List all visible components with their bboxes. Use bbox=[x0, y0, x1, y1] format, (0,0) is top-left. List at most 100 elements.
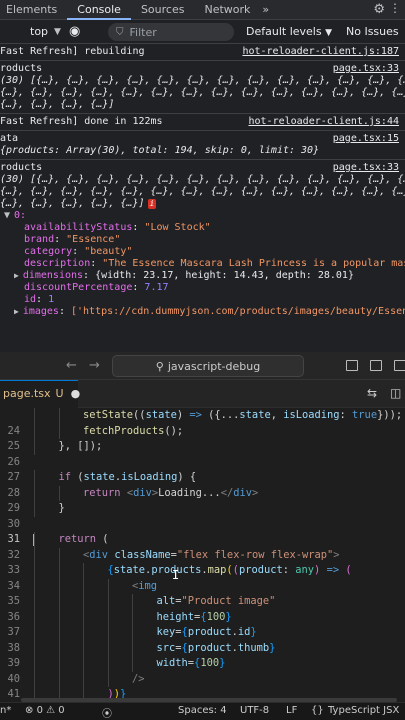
braces-icon[interactable]: {} bbox=[311, 705, 324, 716]
line-number: 40 bbox=[7, 672, 20, 685]
array-preview[interactable]: (30) [{…}, {…}, {…}, {…}, {…}, {…}, {…},… bbox=[0, 75, 405, 87]
code-text: alt="Product image" bbox=[156, 595, 276, 607]
code-line[interactable]: 24 fetchProducts(); bbox=[0, 423, 405, 439]
code-line[interactable]: 35 alt="Product image" bbox=[0, 594, 405, 610]
console-toolbar: top ▼ ◉ ⛉ Filter Default levels ▼ No Iss… bbox=[0, 20, 405, 44]
code-line[interactable]: 38 src={product.thumb} bbox=[0, 640, 405, 656]
indent-guide bbox=[34, 439, 35, 455]
command-center[interactable]: ⚲ javascript-debug bbox=[112, 355, 304, 377]
indent-guide bbox=[107, 671, 109, 687]
source-link[interactable]: hot-reloader-client.js:187 bbox=[242, 46, 399, 58]
line-number: 35 bbox=[7, 595, 20, 607]
prop-key: dimensions bbox=[22, 270, 84, 281]
editor-tab-bar: page.tsx U ● ⇆ ◫ bbox=[0, 380, 405, 408]
source-link[interactable]: hot-reloader-client.js:44 bbox=[248, 116, 399, 128]
problems-indicator[interactable]: ⊗ 0 ⚠ 0 bbox=[25, 705, 65, 716]
indent-guide bbox=[34, 578, 35, 594]
tab-network[interactable]: Network bbox=[194, 0, 260, 20]
source-link[interactable]: page.tsx:33 bbox=[333, 63, 399, 75]
compare-changes-icon[interactable]: ⇆ bbox=[367, 386, 377, 400]
unsaved-dot-icon[interactable]: ● bbox=[71, 387, 81, 400]
code-line[interactable]: 25}, []); bbox=[0, 439, 405, 455]
console-message: roducts page.tsx:33 (30) [{…}, {…}, {…},… bbox=[0, 61, 405, 114]
prop-value: "The Essence Mascara Lash Princess is a … bbox=[102, 258, 405, 269]
filter-input[interactable]: ⛉ Filter bbox=[108, 23, 234, 41]
tab-filename: page.tsx bbox=[3, 387, 51, 400]
console-message: Fast Refresh] done in 122ms hot-reloader… bbox=[0, 114, 405, 131]
code-line[interactable]: 27 if (state.isLoading) { bbox=[0, 470, 405, 486]
code-line[interactable]: 34 <img bbox=[0, 578, 405, 594]
indent-guide bbox=[34, 423, 35, 439]
filter-placeholder: Filter bbox=[129, 25, 157, 39]
expand-triangle-icon[interactable]: ▶ bbox=[14, 271, 19, 280]
encoding-selector[interactable]: UTF-8 bbox=[240, 705, 269, 716]
code-line[interactable]: 33 {state.products.map((product: any) => … bbox=[0, 563, 405, 579]
back-arrow-icon[interactable]: ← bbox=[66, 358, 77, 373]
code-line[interactable]: 30 bbox=[0, 517, 405, 533]
tab-page-tsx[interactable]: page.tsx U ● bbox=[0, 380, 81, 408]
broadcast-icon[interactable]: ⦿ bbox=[102, 705, 112, 720]
code-text: src={product.thumb} bbox=[156, 641, 276, 654]
code-line[interactable]: 28 return <div>Loading...</div> bbox=[0, 485, 405, 501]
code-line[interactable]: 32 <div className="flex flex-row flex-wra… bbox=[0, 547, 405, 563]
console-message: ata page.tsx:15 {products: Array(30), to… bbox=[0, 131, 405, 160]
indent-guide bbox=[83, 640, 84, 656]
prop-key: description bbox=[24, 258, 91, 269]
info-badge: i bbox=[147, 199, 157, 209]
code-line[interactable]: 39 width={100} bbox=[0, 656, 405, 672]
code-line[interactable]: 37 key={product.id} bbox=[0, 625, 405, 641]
code-line[interactable]: 40 /> bbox=[0, 671, 405, 687]
code-line[interactable]: 36 height={100} bbox=[0, 609, 405, 625]
language-selector[interactable]: TypeScript JSX bbox=[328, 705, 399, 716]
code-editor[interactable]: setState((state) => ({...state, isLoadin… bbox=[0, 408, 405, 702]
code-line[interactable]: 29} bbox=[0, 501, 405, 517]
array-preview[interactable]: (30) [{…}, {…}, {…}, {…}, {…}, {…}, {…},… bbox=[0, 174, 405, 186]
line-number: 30 bbox=[7, 517, 20, 530]
indentation-selector[interactable]: Spaces: 4 bbox=[178, 705, 227, 716]
source-link[interactable]: page.tsx:33 bbox=[333, 162, 399, 174]
indent-guide bbox=[34, 408, 35, 424]
context-selector[interactable]: top bbox=[30, 25, 48, 38]
toggle-panel-icon[interactable] bbox=[370, 360, 382, 371]
code-line[interactable]: 26 bbox=[0, 455, 405, 471]
eol-selector[interactable]: LF bbox=[286, 705, 297, 716]
expand-triangle-icon[interactable]: ▶ bbox=[14, 307, 19, 316]
customize-layout-icon[interactable] bbox=[394, 360, 405, 371]
expand-triangle-icon[interactable]: ▼ bbox=[4, 210, 10, 221]
indent-guide bbox=[58, 423, 60, 439]
indent-guide bbox=[83, 578, 84, 594]
indent-guide bbox=[34, 625, 35, 641]
indent-guide bbox=[58, 547, 60, 563]
line-number: 33 bbox=[7, 564, 20, 576]
toggle-sidebar-icon[interactable] bbox=[346, 360, 358, 371]
code-text: {state.products.map((product: any) => ( bbox=[107, 564, 352, 576]
split-editor-icon[interactable]: ◫ bbox=[390, 386, 401, 400]
indent-guide bbox=[132, 609, 133, 625]
tab-elements[interactable]: Elements bbox=[0, 0, 67, 20]
indent-guide bbox=[58, 656, 60, 672]
prop-value: "Essence" bbox=[66, 234, 121, 245]
forward-arrow-icon[interactable]: → bbox=[89, 358, 100, 373]
object-preview[interactable]: {products: Array(30), total: 194, skip: … bbox=[0, 145, 405, 157]
indent-guide bbox=[107, 578, 109, 594]
more-options-icon[interactable]: ⋮ bbox=[389, 1, 401, 15]
tab-console[interactable]: Console bbox=[67, 0, 131, 20]
chevron-down-icon[interactable]: ▼ bbox=[54, 27, 61, 37]
log-levels-dropdown[interactable]: Default levels ▼ bbox=[246, 25, 332, 38]
vscode-window: ← → ⚲ javascript-debug page.tsx U ● ⇆ ◫ se… bbox=[0, 352, 405, 720]
indent-guide bbox=[34, 640, 35, 656]
gear-icon[interactable]: ⚙ bbox=[373, 2, 385, 17]
indent-guide bbox=[107, 656, 109, 672]
code-line[interactable]: setState((state) => ({...state, isLoadin… bbox=[0, 408, 405, 424]
source-link[interactable]: page.tsx:15 bbox=[333, 133, 399, 145]
eye-icon[interactable]: ◉ bbox=[69, 24, 80, 39]
mode-indicator[interactable]: n* bbox=[0, 705, 11, 716]
code-line[interactable]: 31 return ( bbox=[0, 532, 405, 548]
mouse-cursor-icon: I bbox=[172, 568, 180, 582]
more-tabs-icon[interactable]: » bbox=[260, 0, 271, 20]
text-cursor bbox=[33, 534, 34, 546]
indent-guide bbox=[58, 578, 60, 594]
tab-sources[interactable]: Sources bbox=[131, 0, 195, 20]
search-icon: ⚲ bbox=[155, 359, 164, 373]
issues-button[interactable]: No Issues bbox=[346, 25, 399, 38]
